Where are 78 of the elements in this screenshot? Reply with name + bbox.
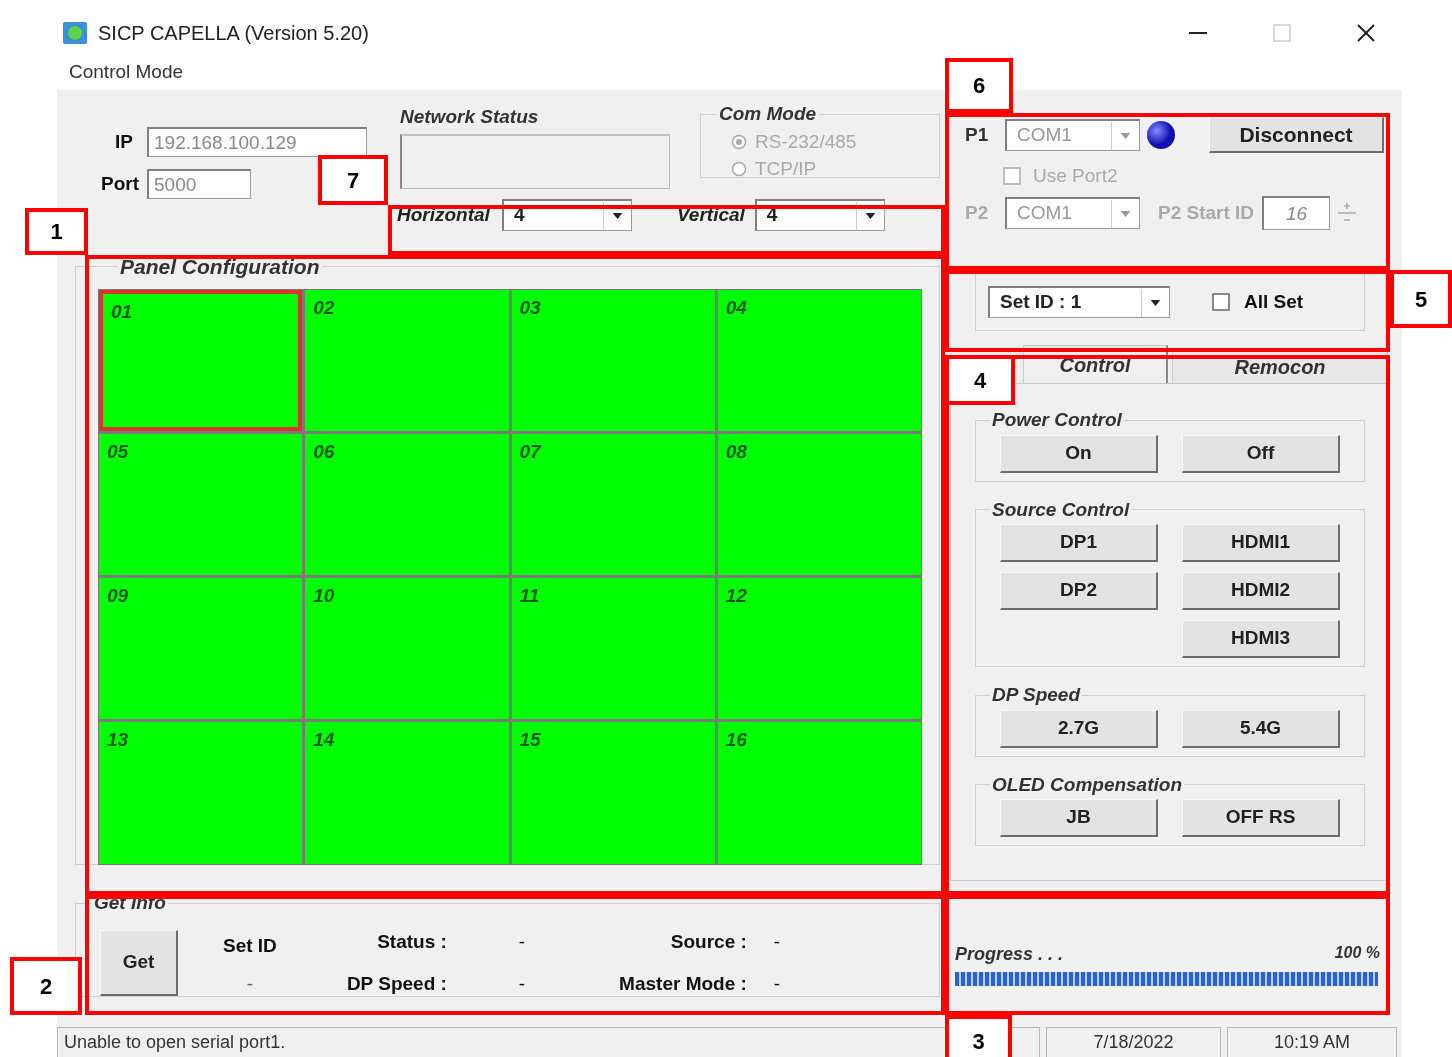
callout-number: 7	[318, 155, 388, 205]
port-field[interactable]: 5000	[147, 169, 251, 199]
status-text: 10:19 AM	[1227, 1027, 1397, 1057]
display-panel[interactable]: 01	[99, 289, 303, 431]
field-label: Status :	[376, 929, 447, 954]
field-value: -	[517, 972, 526, 996]
group-title: Power Control	[991, 408, 1123, 432]
start-id-field[interactable]: 16	[1262, 196, 1331, 230]
ip-label: IP	[114, 129, 134, 154]
display-panel[interactable]: 14	[305, 722, 509, 864]
set-id-label: Set ID	[223, 933, 277, 958]
maximize-icon[interactable]	[1271, 21, 1293, 44]
field-value: -	[517, 929, 526, 954]
close-icon[interactable]	[1355, 21, 1377, 44]
display-panel[interactable]: 04	[717, 289, 921, 431]
display-panel[interactable]: 12	[717, 578, 921, 720]
p2-label: P2	[965, 200, 990, 225]
status-text: 7/18/2022	[1046, 1027, 1221, 1057]
display-panel[interactable]: 06	[305, 433, 509, 575]
field-label: Master Mode :	[618, 972, 747, 996]
progress-label: Progress . . .	[955, 943, 1064, 966]
set-id-dropdown[interactable]: Set ID : 1	[988, 286, 1170, 318]
get-button[interactable]: Get	[100, 929, 178, 996]
command-button[interactable]: HDMI1	[1182, 524, 1340, 562]
display-panel[interactable]: 05	[99, 433, 303, 575]
command-button[interactable]: HDMI3	[1182, 620, 1340, 658]
display-panel[interactable]: 11	[511, 578, 715, 720]
display-panel[interactable]: 02	[305, 289, 509, 431]
port-label: Port	[100, 171, 140, 196]
command-button[interactable]: Off	[1182, 434, 1340, 473]
menu-item[interactable]: Control Mode	[69, 58, 184, 87]
display-panel[interactable]: 08	[717, 433, 921, 575]
field-value: -	[772, 929, 781, 954]
horizontal-label: Horizontal	[397, 202, 490, 227]
command-button[interactable]: 5.4G	[1182, 709, 1340, 748]
command-button[interactable]: 2.7G	[1000, 709, 1158, 748]
window-title: SICP CAPELLA (Version 5.20)	[98, 20, 369, 46]
radio-label: TCP/IP	[755, 156, 817, 181]
progress-percent: 100 %	[1334, 943, 1380, 963]
field-label: DP Speed :	[345, 972, 447, 996]
command-button[interactable]: JB	[1000, 799, 1158, 837]
field-label: Source :	[669, 929, 747, 954]
radio-label: RS-232/485	[755, 129, 857, 154]
checkbox[interactable]	[1212, 293, 1230, 311]
callout-number: 1	[25, 208, 88, 255]
network-status-title: Network Status	[400, 105, 540, 129]
field-value: -	[772, 972, 781, 996]
command-button[interactable]: HDMI2	[1182, 572, 1340, 610]
command-button[interactable]: On	[1000, 434, 1158, 473]
callout-number: 3	[945, 1015, 1012, 1057]
display-panel[interactable]: 16	[717, 722, 921, 864]
group-title: DP Speed	[991, 683, 1082, 707]
vertical-label: Vertical	[676, 202, 745, 227]
ip-field[interactable]: 192.168.100.129	[147, 127, 367, 157]
command-button[interactable]: OFF RS	[1182, 799, 1340, 837]
checkbox-label: Use Port2	[1033, 163, 1118, 188]
p1-label: P1	[965, 122, 990, 147]
command-button[interactable]: DP1	[1000, 524, 1158, 562]
group-title: OLED Compensation	[991, 772, 1183, 797]
set-id-value: -	[246, 972, 254, 996]
callout-number: 6	[945, 58, 1013, 113]
display-panel[interactable]: 03	[511, 289, 715, 431]
group-title: Source Control	[991, 497, 1131, 522]
callout-number: 5	[1390, 270, 1452, 328]
p2-start-id-label: P2 Start ID	[1158, 200, 1255, 225]
group-title: Panel Configuration	[119, 254, 321, 280]
status-dot-icon	[1145, 119, 1177, 151]
display-panel[interactable]: 15	[511, 722, 715, 864]
com-mode-title: Com Mode	[718, 102, 818, 126]
display-panel[interactable]: 09	[99, 578, 303, 720]
display-panel[interactable]: 13	[99, 722, 303, 864]
display-panel[interactable]: 07	[511, 433, 715, 575]
display-panel[interactable]: 10	[305, 578, 509, 720]
disconnect-button[interactable]: Disconnect	[1209, 117, 1384, 153]
app-icon	[62, 19, 88, 46]
checkbox-label: All Set	[1244, 289, 1304, 314]
callout-number: 2	[10, 957, 82, 1015]
command-button[interactable]: DP2	[1000, 572, 1158, 610]
